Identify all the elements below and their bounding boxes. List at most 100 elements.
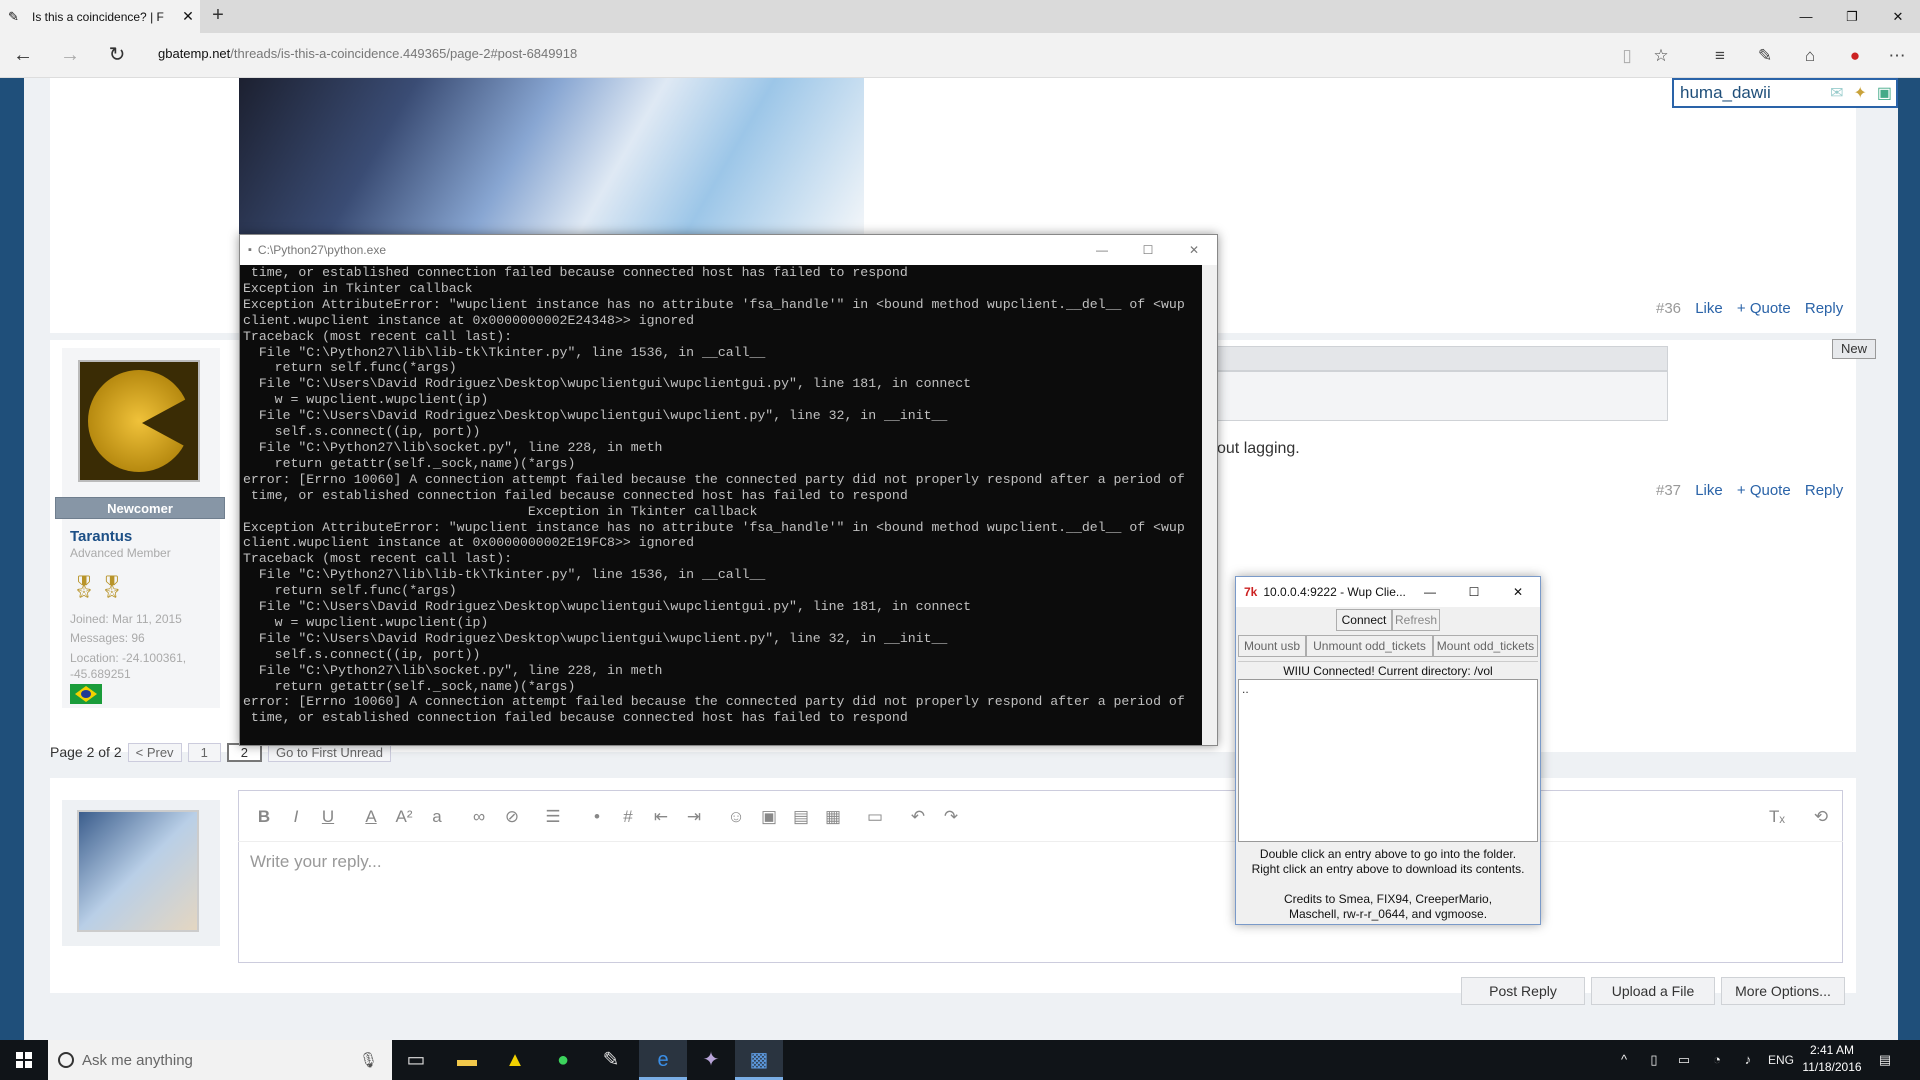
battery-icon[interactable]: ▭ xyxy=(1672,1040,1696,1080)
clock[interactable]: 2:41 AM 11/18/2016 xyxy=(1796,1042,1868,1076)
forward-icon[interactable]: → xyxy=(55,40,85,70)
language-indicator[interactable]: ENG xyxy=(1764,1040,1798,1080)
align-icon[interactable]: ☰ xyxy=(542,806,564,828)
alerts-icon[interactable]: ✦ xyxy=(1853,83,1866,103)
whatsapp-icon[interactable]: ● xyxy=(539,1040,587,1080)
font-family-icon[interactable]: a xyxy=(426,806,448,828)
hub-icon[interactable]: ≡ xyxy=(1705,42,1735,70)
refresh-icon[interactable]: ↻ xyxy=(102,40,132,70)
post-number[interactable]: #36 xyxy=(1656,300,1681,317)
avatar[interactable] xyxy=(78,360,200,482)
quote-link[interactable]: + Quote xyxy=(1737,300,1791,317)
indent-icon[interactable]: ⇥ xyxy=(683,806,705,828)
wup-client-window[interactable]: 7k 10.0.0.4:9222 - Wup Clie... — ☐ ✕ Con… xyxy=(1235,576,1541,925)
toggle-bbcode-icon[interactable]: ⟲ xyxy=(1810,806,1832,828)
redo-icon[interactable]: ↷ xyxy=(940,806,962,828)
save-draft-icon[interactable]: ▭ xyxy=(864,806,886,828)
author-name[interactable]: Tarantus xyxy=(70,528,132,545)
python-console-window[interactable]: ▪ C:\Python27\python.exe — ☐ ✕ time, or … xyxy=(239,234,1218,746)
image-icon[interactable]: ▣ xyxy=(758,806,780,828)
console-maximize-icon[interactable]: ☐ xyxy=(1125,243,1171,257)
bullet-list-icon[interactable]: • xyxy=(586,806,608,828)
like-link[interactable]: Like xyxy=(1695,300,1723,317)
wup-maximize-icon[interactable]: ☐ xyxy=(1452,585,1496,599)
python-icon[interactable]: ▩ xyxy=(735,1040,783,1080)
underline-icon[interactable]: U xyxy=(317,806,339,828)
wifi-icon[interactable]: ◔ xyxy=(1705,1040,1729,1080)
console-titlebar[interactable]: ▪ C:\Python27\python.exe — ☐ ✕ xyxy=(240,235,1217,265)
console-minimize-icon[interactable]: — xyxy=(1079,243,1125,257)
like-link[interactable]: Like xyxy=(1695,482,1723,499)
wup-close-icon[interactable]: ✕ xyxy=(1496,585,1540,599)
user-menu[interactable]: huma_dawii ✉ ✦ ▣ xyxy=(1672,78,1898,108)
quote-link[interactable]: + Quote xyxy=(1737,482,1791,499)
app-pen-icon[interactable]: ✎ xyxy=(587,1040,635,1080)
insert-icon[interactable]: ▦ xyxy=(822,806,844,828)
wup-minimize-icon[interactable]: — xyxy=(1408,585,1452,599)
reply-placeholder[interactable]: Write your reply... xyxy=(250,852,382,872)
link-icon[interactable]: ∞ xyxy=(468,806,490,828)
console-output-area[interactable]: time, or established connection failed b… xyxy=(240,265,1202,745)
font-color-icon[interactable]: A xyxy=(360,806,382,828)
console-scrollbar[interactable] xyxy=(1202,265,1217,745)
media-icon[interactable]: ▤ xyxy=(790,806,812,828)
show-hidden-icons-icon[interactable]: ^ xyxy=(1612,1040,1636,1080)
post-37-meta: #37 Like + Quote Reply xyxy=(1656,482,1843,499)
browser-tab[interactable]: ✎ Is this a coincidence? | F ✕ xyxy=(0,0,200,33)
undo-icon[interactable]: ↶ xyxy=(907,806,929,828)
italic-icon[interactable]: I xyxy=(285,806,307,828)
more-options-button[interactable]: More Options... xyxy=(1721,977,1845,1005)
directory-listbox[interactable]: .. xyxy=(1238,679,1538,842)
more-icon[interactable]: ⋯ xyxy=(1882,42,1912,70)
favorite-star-icon[interactable]: ☆ xyxy=(1646,42,1676,70)
help-text-2: Right click an entry above to download i… xyxy=(1251,862,1525,876)
font-size-icon[interactable]: A² xyxy=(393,806,415,828)
windows-start-icon[interactable] xyxy=(0,1040,48,1080)
back-icon[interactable]: ← xyxy=(8,40,38,70)
clear-format-icon[interactable]: Tₓ xyxy=(1766,806,1788,828)
app-triangle-icon[interactable]: ▲ xyxy=(491,1040,539,1080)
minimize-icon[interactable]: — xyxy=(1783,0,1829,33)
close-window-icon[interactable]: ✕ xyxy=(1875,0,1920,33)
reading-view-icon[interactable]: ▯ xyxy=(1612,42,1642,70)
app-feather-icon[interactable]: ✦ xyxy=(687,1040,735,1080)
cortana-search[interactable]: Ask me anything 🎙 xyxy=(48,1040,392,1080)
bold-icon[interactable]: B xyxy=(253,806,275,828)
number-list-icon[interactable]: # xyxy=(617,806,639,828)
notifications-icon[interactable]: ▣ xyxy=(1877,83,1892,103)
reply-link[interactable]: Reply xyxy=(1805,482,1843,499)
url-field[interactable]: gbatemp.net/threads/is-this-a-coincidenc… xyxy=(158,46,577,61)
page-1-link[interactable]: 1 xyxy=(187,742,221,762)
web-note-icon[interactable]: ✎ xyxy=(1750,42,1780,70)
post-number[interactable]: #37 xyxy=(1656,482,1681,499)
unmount-odd-tickets-button[interactable]: Unmount odd_tickets xyxy=(1306,635,1433,657)
post-reply-button[interactable]: Post Reply xyxy=(1461,977,1585,1005)
upload-file-button[interactable]: Upload a File xyxy=(1591,977,1715,1005)
connect-button[interactable]: Connect xyxy=(1336,609,1392,631)
console-close-icon[interactable]: ✕ xyxy=(1171,243,1217,257)
edge-icon[interactable]: e xyxy=(639,1040,687,1080)
mount-usb-button[interactable]: Mount usb xyxy=(1238,635,1306,657)
reply-link[interactable]: Reply xyxy=(1805,300,1843,317)
device-icon[interactable]: ▯ xyxy=(1642,1040,1666,1080)
volume-icon[interactable]: ♪ xyxy=(1736,1040,1760,1080)
share-icon[interactable]: ⌂ xyxy=(1795,42,1825,70)
file-explorer-icon[interactable]: ▬ xyxy=(443,1040,491,1080)
mount-odd-tickets-button[interactable]: Mount odd_tickets xyxy=(1433,635,1538,657)
smiley-icon[interactable]: ☺ xyxy=(725,806,747,828)
microphone-icon[interactable]: 🎙 xyxy=(359,1051,378,1069)
inbox-icon[interactable]: ✉ xyxy=(1830,83,1843,103)
prev-page-button[interactable]: < Prev xyxy=(127,742,182,762)
outdent-icon[interactable]: ⇤ xyxy=(650,806,672,828)
task-view-icon[interactable]: ▭ xyxy=(392,1040,440,1080)
restore-icon[interactable]: ❐ xyxy=(1829,0,1875,33)
list-item[interactable]: .. xyxy=(1242,682,1534,696)
close-tab-icon[interactable]: ✕ xyxy=(176,8,200,25)
action-center-icon[interactable]: ▤ xyxy=(1870,1040,1900,1080)
unlink-icon[interactable]: ⊘ xyxy=(501,806,523,828)
refresh-button[interactable]: Refresh xyxy=(1392,609,1440,631)
username[interactable]: huma_dawii xyxy=(1680,83,1830,103)
extension-icon[interactable]: ● xyxy=(1840,42,1870,70)
wup-titlebar[interactable]: 7k 10.0.0.4:9222 - Wup Clie... — ☐ ✕ xyxy=(1236,577,1540,607)
new-tab-button[interactable]: + xyxy=(206,5,230,27)
